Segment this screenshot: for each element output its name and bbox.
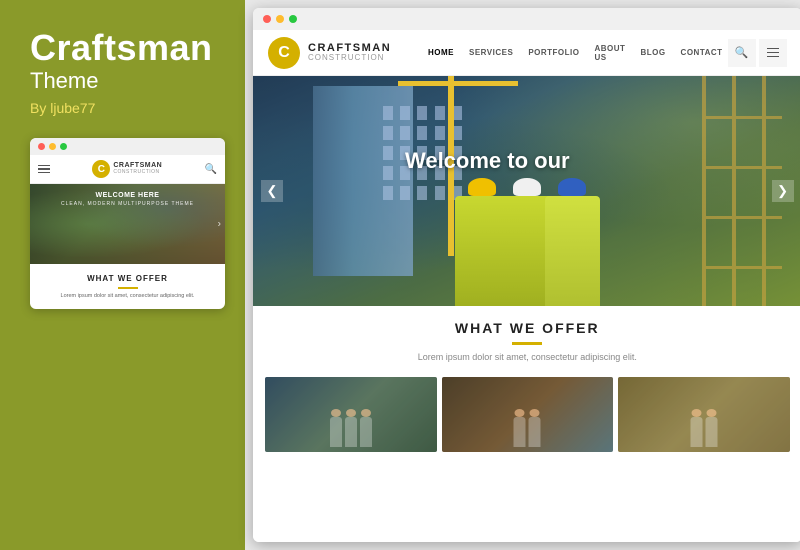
big-logo-text: CRAFTSMAN CONSTRUCTION bbox=[308, 42, 391, 63]
mini-dot-red bbox=[38, 143, 45, 150]
helmet-1 bbox=[468, 178, 496, 196]
mini-logo: C CRAFTSMAN CONSTRUCTION bbox=[58, 160, 197, 178]
offer-section: WHAT WE OFFER Lorem ipsum dolor sit amet… bbox=[253, 306, 800, 372]
big-dot-green bbox=[289, 15, 297, 23]
crane-horizontal bbox=[398, 81, 518, 86]
helmet-3 bbox=[558, 178, 586, 196]
nav-services[interactable]: SERVICES bbox=[469, 48, 513, 57]
offer-divider bbox=[512, 342, 542, 345]
theme-author: By ljube77 bbox=[30, 100, 225, 116]
big-nav: C CRAFTSMAN CONSTRUCTION HOME SERVICES P… bbox=[253, 30, 800, 76]
mini-offer-title: WHAT WE OFFER bbox=[38, 274, 217, 283]
mini-dot-green bbox=[60, 143, 67, 150]
nav-search-button[interactable]: 🔍 bbox=[728, 39, 756, 67]
offer-title: WHAT WE OFFER bbox=[268, 320, 787, 336]
card-figures-3 bbox=[690, 417, 717, 447]
worker-3 bbox=[545, 196, 600, 306]
mini-hero-text-block: WELCOME HERE CLEAN, MODERN MULTIPURPOSE … bbox=[61, 184, 194, 207]
nav-about[interactable]: ABOUT US bbox=[594, 44, 625, 62]
mini-hero: WELCOME HERE CLEAN, MODERN MULTIPURPOSE … bbox=[30, 184, 225, 264]
nav-contact[interactable]: CONTACT bbox=[681, 48, 723, 57]
big-browser-bar bbox=[253, 8, 800, 30]
mini-nav: C CRAFTSMAN CONSTRUCTION 🔍 bbox=[30, 155, 225, 184]
big-logo-circle: C bbox=[268, 37, 300, 69]
image-card-3 bbox=[618, 377, 790, 452]
mini-offer-divider bbox=[118, 287, 138, 289]
card-figures-1 bbox=[330, 417, 372, 447]
big-nav-links: HOME SERVICES PORTFOLIO ABOUT US BLOG CO… bbox=[428, 44, 723, 62]
hero-scene bbox=[253, 76, 800, 306]
mini-offer-text: Lorem ipsum dolor sit amet, consectetur … bbox=[38, 293, 217, 301]
theme-subtitle: Theme bbox=[30, 68, 225, 94]
big-hero: Welcome to our ❮ ❯ bbox=[253, 76, 800, 306]
workers bbox=[253, 166, 800, 306]
search-icon: 🔍 bbox=[735, 46, 749, 59]
hamburger-icon bbox=[767, 48, 779, 58]
big-dot-red bbox=[263, 15, 271, 23]
image-card-2 bbox=[442, 377, 614, 452]
mini-search-icon: 🔍 bbox=[205, 164, 217, 175]
nav-blog[interactable]: BLOG bbox=[640, 48, 665, 57]
right-panel: C CRAFTSMAN CONSTRUCTION HOME SERVICES P… bbox=[245, 0, 800, 550]
mini-logo-circle: C bbox=[92, 160, 110, 178]
mini-next-arrow[interactable]: › bbox=[218, 219, 221, 230]
mini-browser-mockup: C CRAFTSMAN CONSTRUCTION 🔍 WELCOME HERE … bbox=[30, 138, 225, 309]
nav-portfolio[interactable]: PORTFOLIO bbox=[528, 48, 579, 57]
big-logo-area: C CRAFTSMAN CONSTRUCTION bbox=[268, 37, 428, 69]
mini-offer-section: WHAT WE OFFER Lorem ipsum dolor sit amet… bbox=[30, 264, 225, 309]
nav-home[interactable]: HOME bbox=[428, 48, 454, 57]
theme-title: Craftsman bbox=[30, 30, 225, 66]
nav-menu-button[interactable] bbox=[759, 39, 787, 67]
image-grid bbox=[253, 372, 800, 460]
hero-welcome-text: Welcome to our bbox=[405, 148, 570, 174]
image-card-1 bbox=[265, 377, 437, 452]
mini-browser-bar bbox=[30, 138, 225, 155]
offer-text: Lorem ipsum dolor sit amet, consectetur … bbox=[268, 351, 787, 365]
card-figures-2 bbox=[514, 417, 541, 447]
big-dot-yellow bbox=[276, 15, 284, 23]
big-content: WHAT WE OFFER Lorem ipsum dolor sit amet… bbox=[253, 306, 800, 542]
mini-logo-text: CRAFTSMAN CONSTRUCTION bbox=[113, 162, 162, 175]
hero-next-button[interactable]: ❯ bbox=[772, 180, 794, 202]
big-browser-mockup: C CRAFTSMAN CONSTRUCTION HOME SERVICES P… bbox=[253, 8, 800, 542]
helmet-2 bbox=[513, 178, 541, 196]
mini-hamburger-icon bbox=[38, 165, 50, 174]
hero-text-content: Welcome to our bbox=[405, 148, 570, 174]
left-panel: Craftsman Theme By ljube77 C CRAFTSMAN C… bbox=[0, 0, 245, 550]
mini-dot-yellow bbox=[49, 143, 56, 150]
hero-prev-button[interactable]: ❮ bbox=[261, 180, 283, 202]
